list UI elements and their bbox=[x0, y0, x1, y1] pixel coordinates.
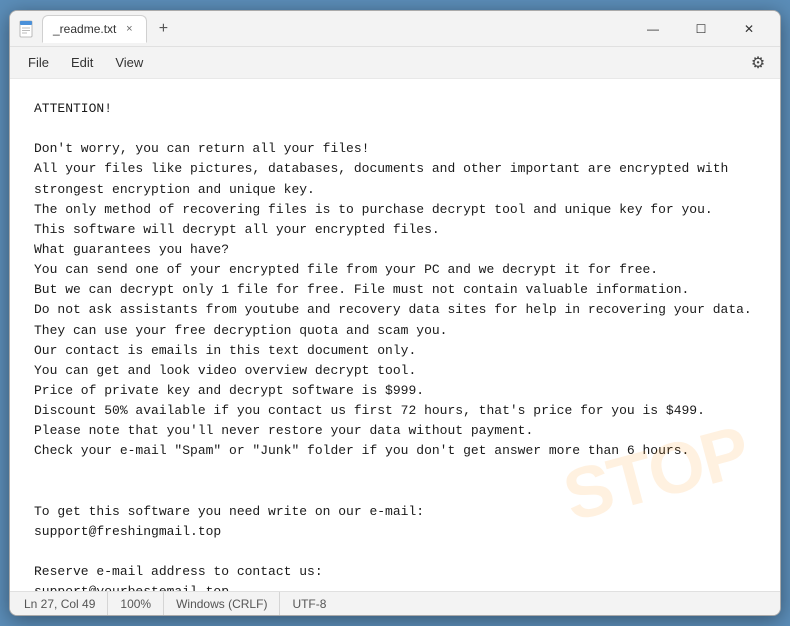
encoding: UTF-8 bbox=[280, 592, 338, 615]
menu-file[interactable]: File bbox=[18, 51, 59, 74]
text-line-10: But we can decrypt only 1 file for free.… bbox=[34, 280, 756, 300]
text-line-13: Our contact is emails in this text docum… bbox=[34, 341, 756, 361]
text-line-11: Do not ask assistants from youtube and r… bbox=[34, 300, 756, 320]
text-line-4: All your files like pictures, databases,… bbox=[34, 159, 756, 179]
text-line-8: What guarantees you have? bbox=[34, 240, 756, 260]
blank-line-4 bbox=[34, 542, 756, 562]
close-button[interactable]: ✕ bbox=[726, 14, 772, 44]
maximize-button[interactable]: ☐ bbox=[678, 14, 724, 44]
text-line-22: support@freshingmail.top bbox=[34, 522, 756, 542]
text-line-14: You can get and look video overview decr… bbox=[34, 361, 756, 381]
text-line-24: Reserve e-mail address to contact us: bbox=[34, 562, 756, 582]
line-ending: Windows (CRLF) bbox=[164, 592, 280, 615]
text-line-9: You can send one of your encrypted file … bbox=[34, 260, 756, 280]
text-line-6: The only method of recovering files is t… bbox=[34, 200, 756, 220]
text-line-25: support@yourbestemail.top bbox=[34, 582, 756, 591]
text-line-15: Price of private key and decrypt softwar… bbox=[34, 381, 756, 401]
blank-line-1 bbox=[34, 119, 756, 139]
text-line-21: To get this software you need write on o… bbox=[34, 502, 756, 522]
text-line-12: They can use your free decryption quota … bbox=[34, 321, 756, 341]
text-line-5: strongest encryption and unique key. bbox=[34, 180, 756, 200]
menu-view[interactable]: View bbox=[105, 51, 153, 74]
notepad-window: _readme.txt × + — ☐ ✕ File Edit View ⚙ S… bbox=[9, 10, 781, 616]
text-line-17: Please note that you'll never restore yo… bbox=[34, 421, 756, 441]
blank-line-2 bbox=[34, 462, 756, 482]
blank-line-3 bbox=[34, 482, 756, 502]
settings-button[interactable]: ⚙ bbox=[744, 49, 772, 77]
active-tab[interactable]: _readme.txt × bbox=[42, 15, 147, 43]
title-bar: _readme.txt × + — ☐ ✕ bbox=[10, 11, 780, 47]
menu-edit[interactable]: Edit bbox=[61, 51, 103, 74]
text-line-18: Check your e-mail "Spam" or "Junk" folde… bbox=[34, 441, 756, 461]
menu-bar: File Edit View ⚙ bbox=[10, 47, 780, 79]
text-line-attention: ATTENTION! bbox=[34, 99, 756, 119]
text-content[interactable]: STOP ATTENTION! Don't worry, you can ret… bbox=[10, 79, 780, 591]
text-line-16: Discount 50% available if you contact us… bbox=[34, 401, 756, 421]
tab-close-button[interactable]: × bbox=[122, 22, 136, 36]
text-line-3: Don't worry, you can return all your fil… bbox=[34, 139, 756, 159]
text-line-7: This software will decrypt all your encr… bbox=[34, 220, 756, 240]
title-bar-left: _readme.txt × + bbox=[18, 15, 630, 43]
minimize-button[interactable]: — bbox=[630, 14, 676, 44]
tab-area: _readme.txt × + bbox=[42, 15, 175, 43]
cursor-position: Ln 27, Col 49 bbox=[20, 592, 108, 615]
new-tab-button[interactable]: + bbox=[151, 17, 175, 41]
zoom-level: 100% bbox=[108, 592, 164, 615]
window-controls: — ☐ ✕ bbox=[630, 14, 772, 44]
tab-label: _readme.txt bbox=[53, 22, 116, 36]
app-icon bbox=[18, 20, 36, 38]
status-bar: Ln 27, Col 49 100% Windows (CRLF) UTF-8 bbox=[10, 591, 780, 615]
